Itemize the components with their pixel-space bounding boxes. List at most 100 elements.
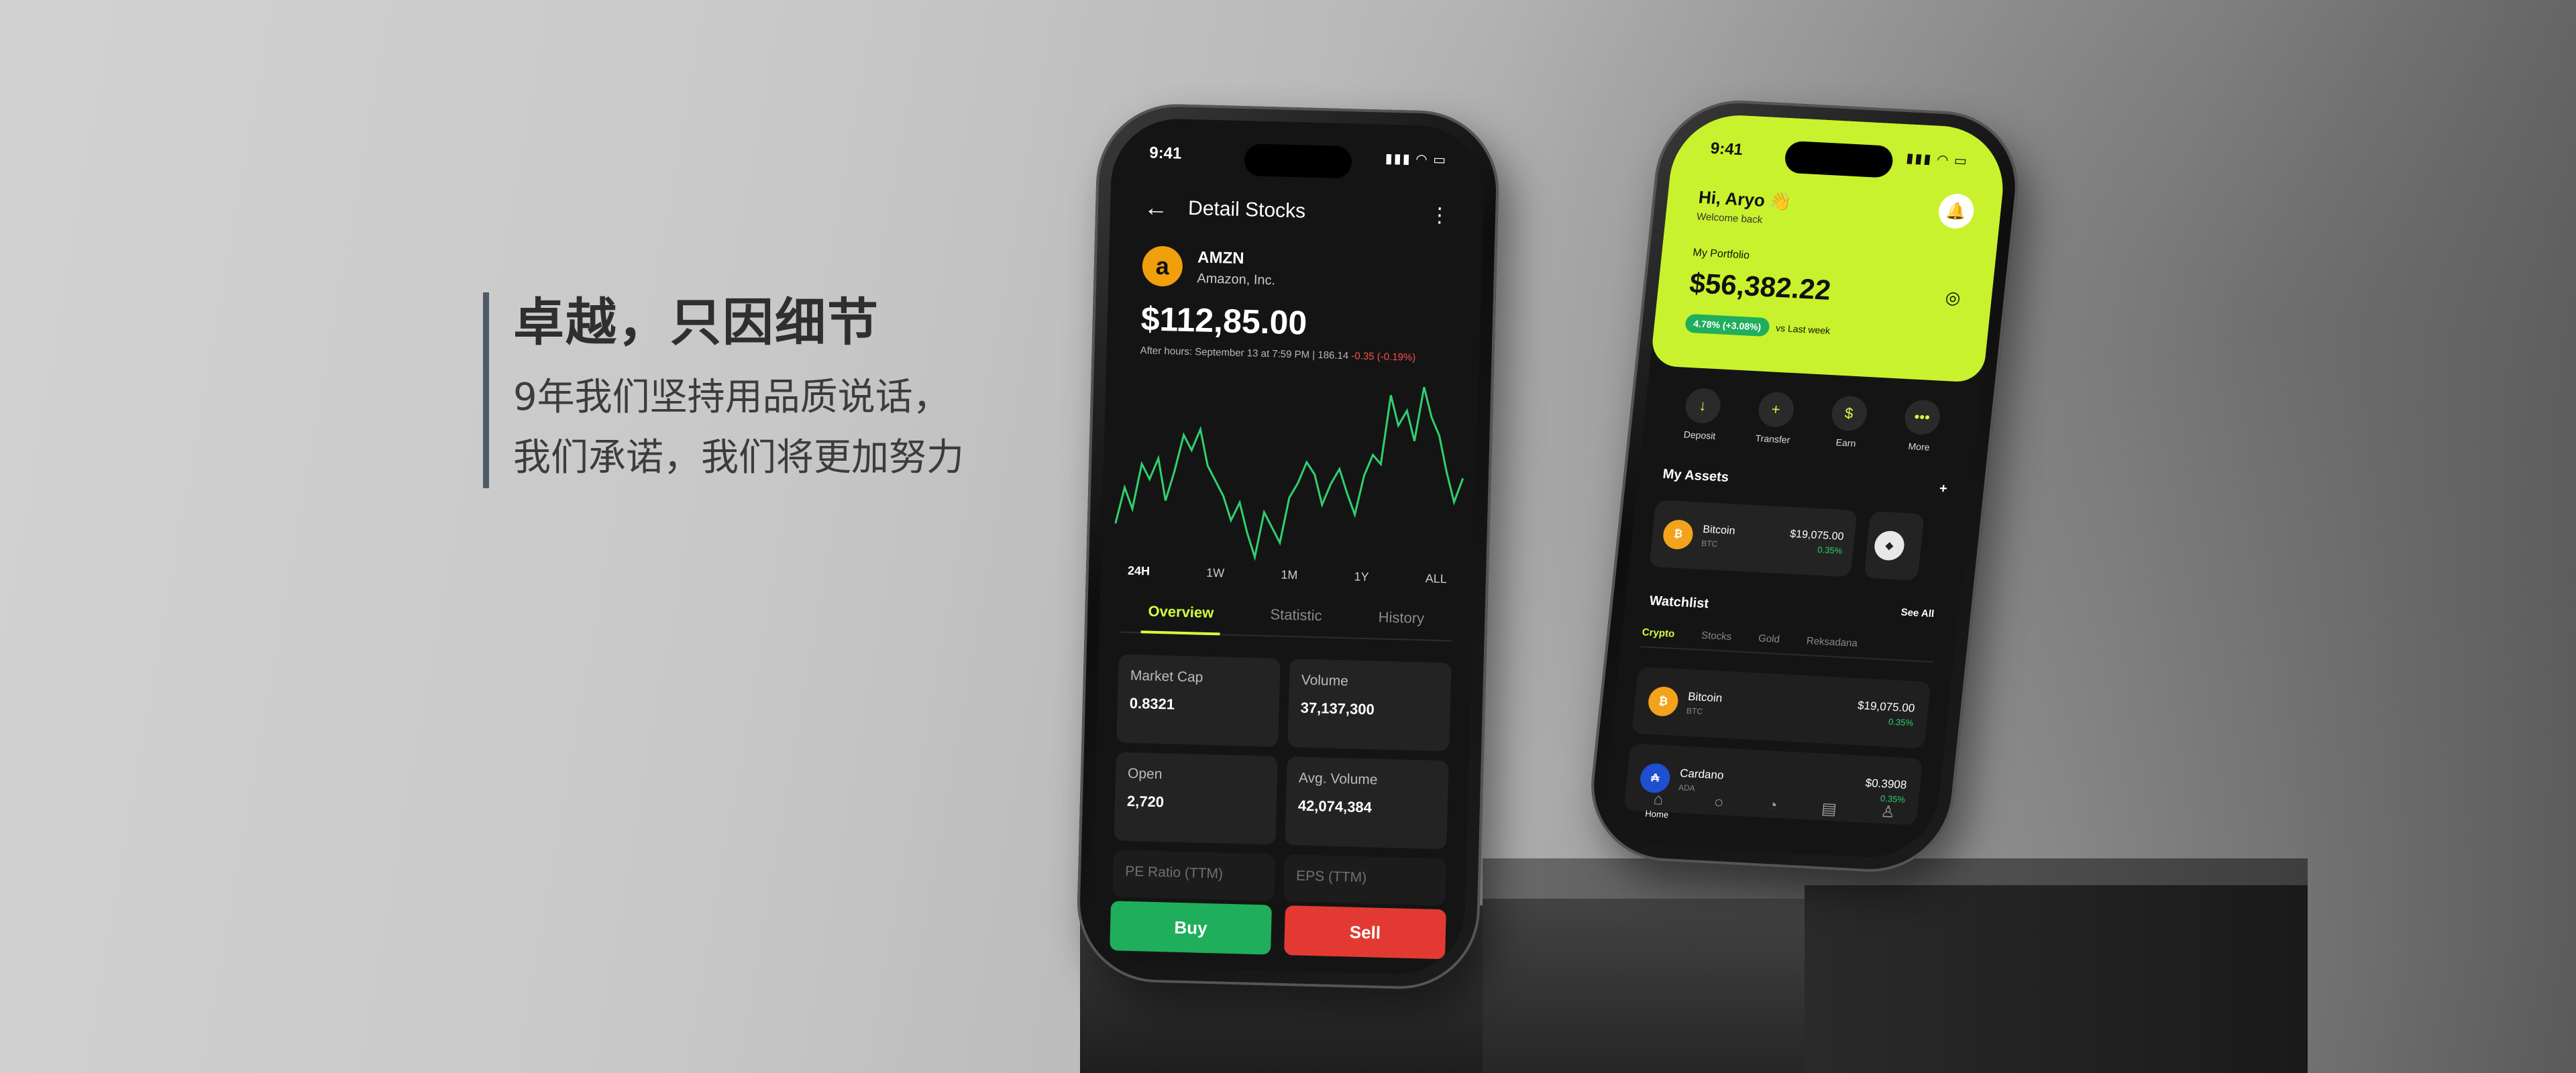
status-bar: 9:41 ▮▮▮ ◠ ▭ bbox=[1149, 144, 1448, 170]
watchlist-row[interactable]: ₿ Bitcoin BTC $19,075.00 0.35% bbox=[1631, 667, 1931, 749]
home-icon: ⌂ bbox=[1652, 790, 1664, 809]
action-label: Earn bbox=[1835, 437, 1857, 449]
tab-reksadana[interactable]: Reksadana bbox=[1806, 635, 1858, 649]
after-hours-change: -0.35 (-0.19%) bbox=[1351, 350, 1416, 363]
watchlist-header: Watchlist See All bbox=[1649, 594, 1935, 624]
change-pill: 4.78% (+3.08%) bbox=[1684, 313, 1770, 337]
phone-stock: 9:41 ▮▮▮ ◠ ▭ ← Detail Stocks ⋮ a AMZN Am… bbox=[1075, 102, 1501, 991]
sell-button[interactable]: Sell bbox=[1284, 905, 1446, 960]
search-icon[interactable]: ○ bbox=[1712, 793, 1725, 823]
tab-history[interactable]: History bbox=[1378, 609, 1424, 628]
greeting: Hi, Aryo 👋 bbox=[1697, 186, 1793, 212]
transfer-action[interactable]: + Transfer bbox=[1754, 391, 1795, 445]
stat-value: 37,137,300 bbox=[1300, 699, 1375, 718]
page-title: Detail Stocks bbox=[1187, 196, 1306, 223]
stock-screen: 9:41 ▮▮▮ ◠ ▭ ← Detail Stocks ⋮ a AMZN Am… bbox=[1090, 117, 1486, 976]
headline-title: 卓越，只因细节 bbox=[513, 292, 879, 352]
asset-card-ethereum[interactable]: ◆ bbox=[1864, 511, 1925, 581]
plus-icon: + bbox=[1756, 391, 1795, 428]
stat-card: Avg. Volume 42,074,384 bbox=[1285, 756, 1449, 850]
nav-home-label: Home bbox=[1644, 808, 1669, 820]
stat-value: 2,720 bbox=[1126, 792, 1165, 811]
tab-crypto[interactable]: Crypto bbox=[1642, 626, 1675, 639]
status-time: 9:41 bbox=[1148, 144, 1182, 163]
bitcoin-icon: ₿ bbox=[1646, 685, 1680, 717]
more-vertical-icon[interactable]: ⋮ bbox=[1430, 203, 1450, 227]
chart-icon[interactable]: ◔ bbox=[1766, 796, 1778, 826]
watchlist-tabs: Crypto Stocks Gold Reksadana bbox=[1640, 626, 1935, 663]
portfolio-change: 4.78% (+3.08%) vs Last week bbox=[1684, 313, 1831, 340]
deposit-action[interactable]: ↓ Deposit bbox=[1682, 387, 1722, 442]
nav-home[interactable]: ⌂ Home bbox=[1645, 790, 1671, 820]
price-chart bbox=[1114, 386, 1464, 561]
tab-overview[interactable]: Overview bbox=[1148, 603, 1214, 622]
range-all[interactable]: ALL bbox=[1425, 571, 1448, 586]
stat-card: Market Cap 0.8321 bbox=[1116, 654, 1281, 747]
headline-line-2: 我们承诺，我们将更加努力 bbox=[513, 436, 964, 479]
more-dots-icon: ••• bbox=[1902, 398, 1941, 436]
profile-icon[interactable]: ♙ bbox=[1879, 802, 1896, 832]
range-1m[interactable]: 1M bbox=[1281, 568, 1298, 583]
status-time: 9:41 bbox=[1709, 139, 1744, 160]
stat-label: Open bbox=[1127, 765, 1163, 783]
amazon-logo-icon: a bbox=[1142, 245, 1183, 287]
buy-button[interactable]: Buy bbox=[1110, 901, 1272, 955]
portfolio-label: My Portfolio bbox=[1692, 247, 1750, 262]
ethereum-icon: ◆ bbox=[1873, 530, 1906, 561]
stat-label: Market Cap bbox=[1130, 667, 1203, 685]
stock-tabs: Overview Statistic History bbox=[1119, 602, 1453, 642]
signal-battery-icon: ▮▮▮ ◠ ▭ bbox=[1385, 151, 1448, 168]
receipt-icon[interactable]: ▤ bbox=[1819, 799, 1838, 828]
ticker-name: Amazon, Inc. bbox=[1197, 270, 1276, 288]
coin-value: $19,075.00 bbox=[1857, 698, 1916, 715]
headline-line-1: 9年我们坚持用品质说话， bbox=[513, 376, 951, 419]
assets-title: My Assets bbox=[1662, 466, 1730, 486]
tab-gold[interactable]: Gold bbox=[1758, 632, 1780, 645]
stats-grid: Market Cap 0.8321 Volume 37,137,300 Open… bbox=[1112, 654, 1452, 906]
action-label: More bbox=[1907, 441, 1931, 453]
asset-card-bitcoin[interactable]: ₿ Bitcoin BTC $19,075.00 0.35% bbox=[1649, 500, 1858, 577]
change-note: vs Last week bbox=[1775, 322, 1831, 336]
range-1w[interactable]: 1W bbox=[1206, 566, 1225, 581]
asset-change: 0.35% bbox=[1817, 544, 1843, 556]
coin-value: $0.3908 bbox=[1864, 776, 1908, 791]
after-hours-text: After hours: September 13 at 7:59 PM | 1… bbox=[1140, 345, 1349, 362]
coin-symbol: BTC bbox=[1686, 705, 1703, 716]
range-24h[interactable]: 24H bbox=[1128, 564, 1150, 579]
deposit-icon: ↓ bbox=[1683, 387, 1722, 425]
bell-icon[interactable]: 🔔 bbox=[1937, 192, 1976, 230]
stat-label: EPS (TTM) bbox=[1295, 868, 1367, 886]
more-action[interactable]: ••• More bbox=[1901, 398, 1941, 453]
coin-name: Bitcoin bbox=[1687, 689, 1723, 705]
portfolio-hero: 9:41 ▮▮▮ ◠ ▭ Hi, Aryo 👋 Welcome back 🔔 M… bbox=[1650, 112, 2010, 383]
stat-card: EPS (TTM) bbox=[1283, 854, 1446, 906]
stat-label: Avg. Volume bbox=[1298, 770, 1378, 788]
quick-actions: ↓ Deposit + Transfer $ Earn ••• More bbox=[1662, 386, 1960, 453]
price-line bbox=[1114, 386, 1464, 561]
action-label: Deposit bbox=[1683, 429, 1717, 442]
earn-action[interactable]: $ Earn bbox=[1828, 395, 1868, 449]
stat-label: PE Ratio (TTM) bbox=[1124, 863, 1224, 882]
stat-card: Open 2,720 bbox=[1114, 752, 1278, 845]
coin-change: 0.35% bbox=[1888, 716, 1914, 728]
tab-statistic[interactable]: Statistic bbox=[1270, 606, 1322, 624]
eye-icon[interactable]: ◎ bbox=[1944, 287, 1962, 308]
after-hours: After hours: September 13 at 7:59 PM | 1… bbox=[1140, 345, 1415, 363]
stock-header: ← Detail Stocks ⋮ bbox=[1144, 193, 1450, 229]
assets-header: My Assets + bbox=[1662, 466, 1948, 497]
tab-stocks[interactable]: Stocks bbox=[1701, 630, 1732, 642]
action-label: Transfer bbox=[1754, 433, 1791, 445]
range-1y[interactable]: 1Y bbox=[1354, 570, 1369, 585]
stock-price: $112,85.00 bbox=[1140, 300, 1307, 342]
see-all-link[interactable]: See All bbox=[1900, 607, 1935, 624]
watchlist-title: Watchlist bbox=[1648, 593, 1710, 612]
back-arrow-icon[interactable]: ← bbox=[1144, 193, 1169, 222]
coin-name: Cardano bbox=[1679, 767, 1725, 782]
stat-card: PE Ratio (TTM) bbox=[1112, 850, 1275, 901]
dollar-icon: $ bbox=[1829, 395, 1868, 432]
bitcoin-icon: ₿ bbox=[1662, 519, 1695, 551]
crypto-screen: 9:41 ▮▮▮ ◠ ▭ Hi, Aryo 👋 Welcome back 🔔 M… bbox=[1599, 112, 2010, 860]
ticker-symbol: AMZN bbox=[1197, 247, 1244, 268]
add-asset-icon[interactable]: + bbox=[1939, 482, 1948, 497]
asset-name: Bitcoin bbox=[1702, 524, 1736, 537]
